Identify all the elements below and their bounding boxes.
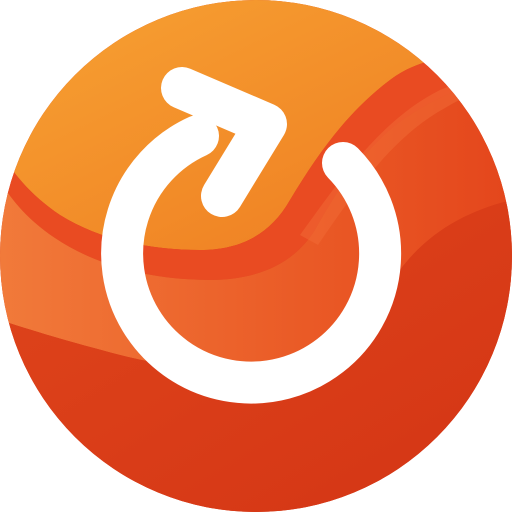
circle-background <box>0 0 512 512</box>
refresh-app-icon[interactable] <box>0 0 512 512</box>
refresh-icon-graphic <box>0 0 512 512</box>
